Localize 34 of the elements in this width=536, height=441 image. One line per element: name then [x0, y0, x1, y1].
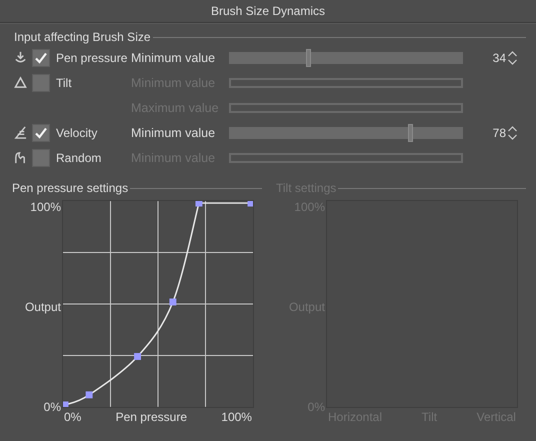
- spinner-icon[interactable]: [507, 124, 518, 140]
- triangle-icon: [14, 76, 27, 89]
- setting-label: Minimum value: [131, 126, 216, 140]
- checkbox[interactable]: [32, 148, 50, 166]
- control-point[interactable]: [169, 298, 176, 306]
- setting-label: Minimum value: [131, 50, 216, 64]
- checkbox[interactable]: [32, 124, 50, 142]
- axis-label: Output: [24, 300, 61, 314]
- axis-label: 0%: [44, 400, 61, 414]
- axis-label: 100%: [221, 410, 252, 426]
- axis-label: Pen pressure: [116, 410, 187, 426]
- checkbox[interactable]: [32, 74, 50, 92]
- slider-thumb[interactable]: [306, 48, 311, 66]
- pressure-icon: [14, 51, 27, 64]
- value-reading: 78: [492, 126, 507, 140]
- control-point[interactable]: [86, 391, 93, 398]
- checkbox[interactable]: [32, 48, 50, 66]
- input-label: Tilt: [56, 76, 73, 90]
- spinner-icon[interactable]: [507, 50, 518, 66]
- axis-label: 100%: [30, 200, 61, 214]
- input-label: Velocity: [56, 126, 98, 140]
- control-point[interactable]: [248, 200, 254, 207]
- axis-label: 0%: [64, 410, 82, 426]
- input-label: Pen pressure: [56, 50, 128, 64]
- squiggle-icon: [14, 151, 27, 164]
- control-point[interactable]: [195, 200, 202, 207]
- panel-title: Pen pressure settings: [12, 181, 128, 195]
- group-title: Input affecting Brush Size: [14, 30, 151, 44]
- slider-thumb[interactable]: [408, 124, 413, 142]
- input-label: Random: [56, 150, 102, 164]
- window-title: Brush Size Dynamics: [210, 4, 326, 18]
- control-point[interactable]: [62, 401, 68, 408]
- value-reading: 34: [492, 50, 507, 64]
- angle-icon: [14, 126, 27, 139]
